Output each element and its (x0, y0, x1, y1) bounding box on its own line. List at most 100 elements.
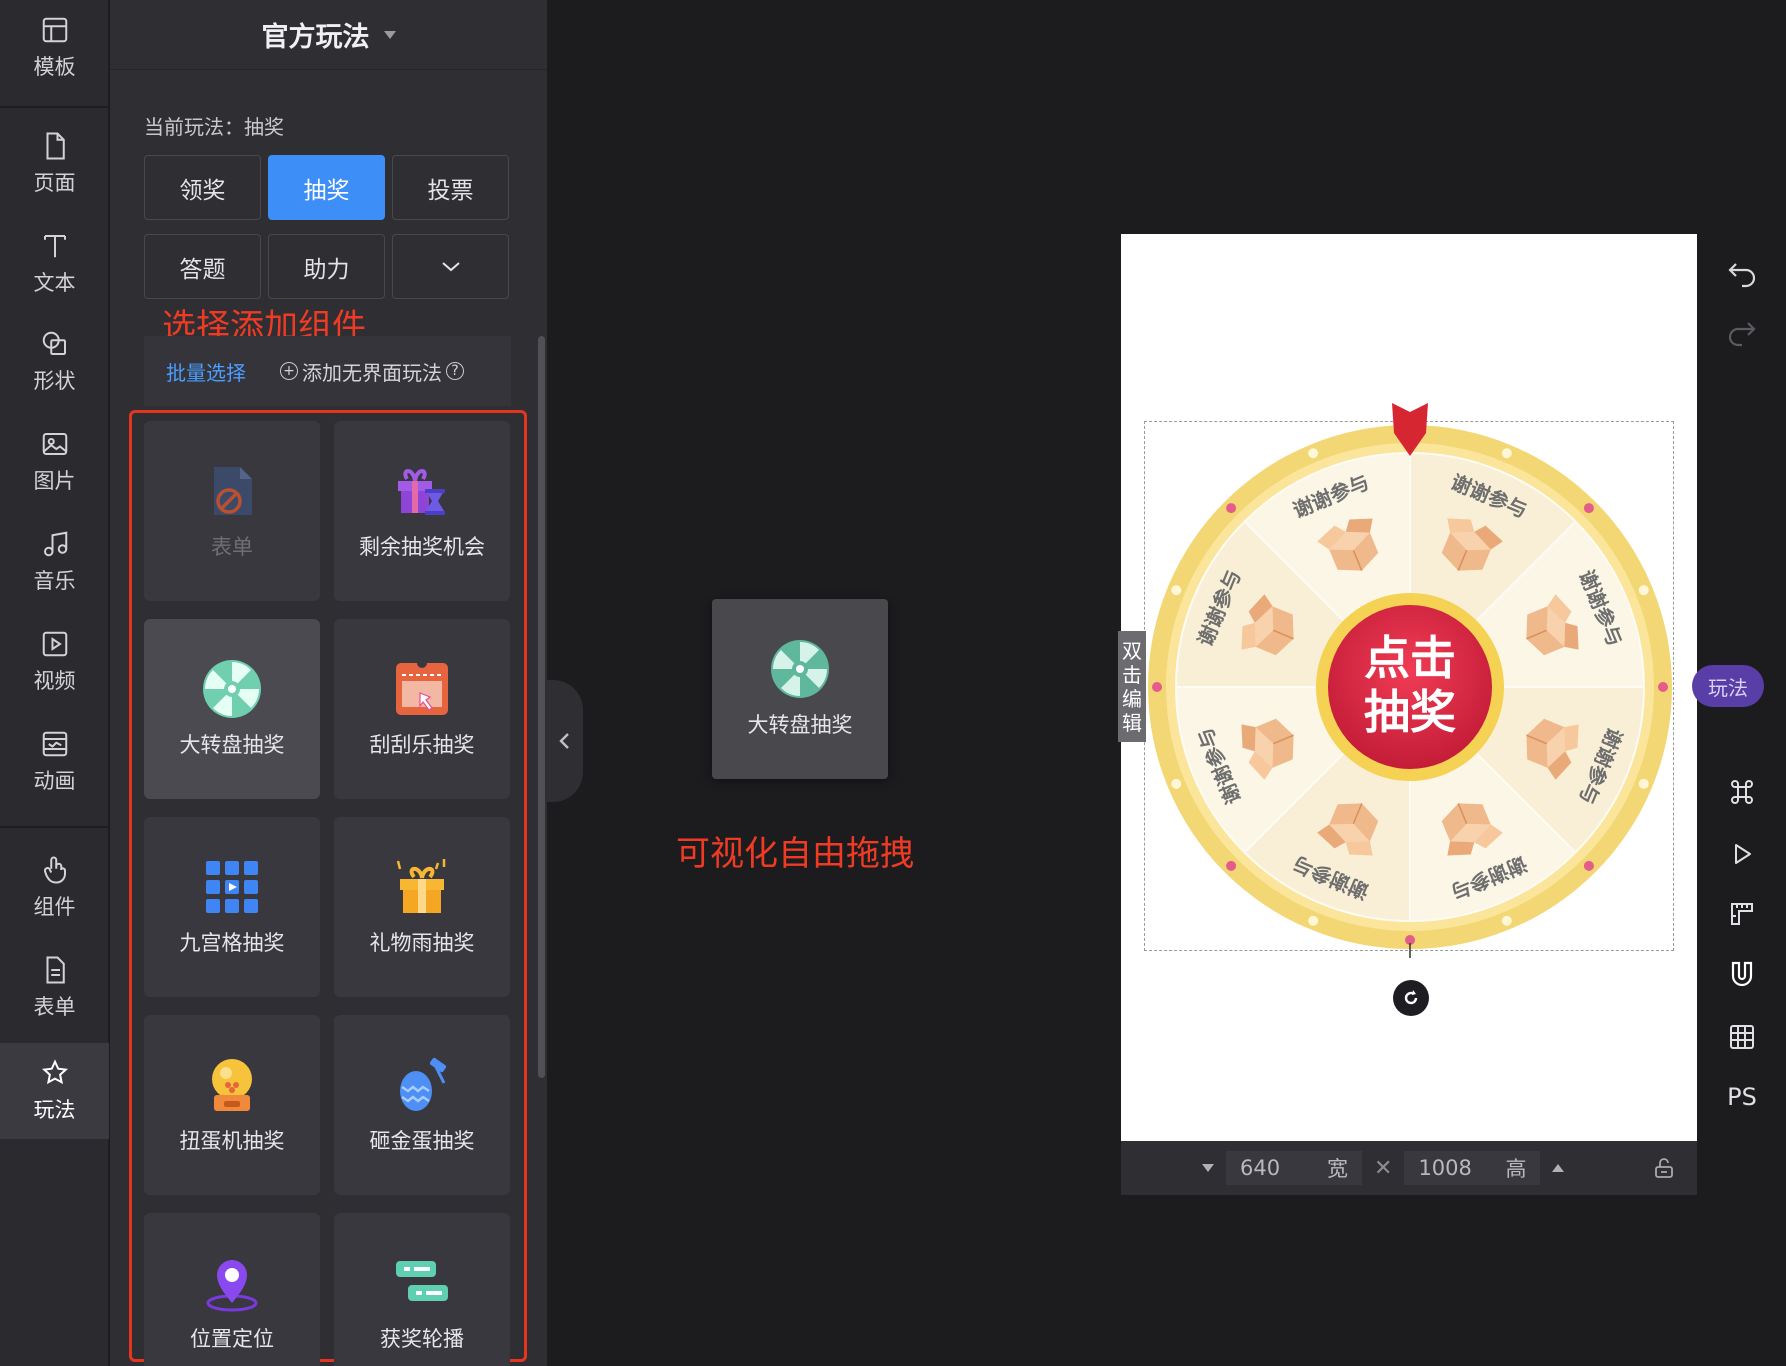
component-card-remaining-chances[interactable]: 剩余抽奖机会 (334, 421, 510, 601)
page-icon (46, 132, 65, 160)
image-icon (42, 433, 67, 455)
lucky-wheel[interactable]: 谢谢参与谢谢参与谢谢参与谢谢参与谢谢参与谢谢参与谢谢参与谢谢参与 点击 抽奖 (1144, 398, 1676, 958)
rotate-icon (1404, 990, 1418, 1005)
component-label: 获奖轮播 (380, 1327, 464, 1351)
chevron-down-icon (383, 30, 396, 39)
plus-circle-icon: + (280, 362, 298, 380)
rail-item-template[interactable]: 模板 (0, 0, 109, 96)
text-icon (43, 235, 66, 258)
ps-button[interactable]: PS (1722, 1077, 1762, 1117)
panel-title: 官方玩法 (261, 22, 370, 53)
chevron-down-icon (441, 261, 460, 271)
size-down-icon[interactable] (1202, 1164, 1214, 1172)
rail-item-shape[interactable]: 形状 (0, 314, 109, 410)
grid-icon (206, 861, 258, 913)
rail-label: 音乐 (33, 569, 76, 593)
rim-dot (1638, 585, 1649, 596)
ruler-button[interactable] (1722, 894, 1762, 934)
magnet-button[interactable] (1722, 955, 1762, 995)
panel-scrollbar[interactable] (538, 336, 545, 1078)
rim-dot (1171, 778, 1182, 789)
edit-tag-char: 击 (1122, 662, 1142, 687)
component-card-gashapon[interactable]: 扭蛋机抽奖 (144, 1015, 320, 1195)
shortcut-button[interactable] (1722, 772, 1762, 812)
undo-button[interactable] (1722, 254, 1762, 294)
mode-button-assist[interactable]: 助力 (268, 234, 385, 299)
rail-item-form[interactable]: 表单 (0, 940, 109, 1036)
rim-dot (1226, 860, 1237, 871)
component-label: 大转盘抽奖 (179, 733, 285, 757)
double-click-edit-tag[interactable]: 双 击 编 辑 (1118, 631, 1146, 742)
rail-item-music[interactable]: 音乐 (0, 514, 109, 610)
component-card-scratch[interactable]: 刮刮乐抽奖 (334, 619, 510, 799)
rail-item-video[interactable]: 视频 (0, 614, 109, 710)
rail-item-text[interactable]: 文本 (0, 216, 109, 312)
width-value: 640 (1240, 1156, 1281, 1180)
component-card-golden-egg[interactable]: 砸金蛋抽奖 (334, 1015, 510, 1195)
component-card-gift-rain[interactable]: 礼物雨抽奖 (334, 817, 510, 997)
rim-dot (1658, 682, 1668, 692)
form-disabled-icon (214, 467, 252, 515)
rail-label: 表单 (33, 995, 76, 1019)
rail-label: 模板 (33, 55, 76, 79)
shape-icon (42, 331, 66, 355)
redo-button[interactable] (1722, 313, 1762, 353)
rail-divider (0, 826, 109, 828)
gameplay-pill[interactable]: 玩法 (1692, 665, 1764, 707)
rim-dot (1152, 682, 1162, 692)
component-label: 礼物雨抽奖 (369, 931, 475, 955)
gift-hourglass-icon (398, 469, 445, 515)
annotation-drag-hint: 可视化自由拖拽 (676, 834, 914, 874)
grid-button[interactable] (1722, 1017, 1762, 1057)
grid-table-icon (1730, 1025, 1754, 1049)
play-icon (1735, 844, 1751, 864)
undo-icon (1728, 263, 1756, 288)
rail-item-component[interactable]: 组件 (0, 840, 109, 936)
location-icon (206, 1260, 258, 1312)
canvas-size-bar: 640 宽 ✕ 1008 高 (1121, 1141, 1697, 1195)
rim-dot (1308, 448, 1319, 459)
component-label: 表单 (211, 535, 253, 559)
edit-tag-char: 双 (1122, 638, 1142, 663)
dragging-component-preview[interactable]: 大转盘抽奖 (712, 599, 888, 779)
animation-icon (42, 731, 67, 757)
height-field[interactable]: 1008 高 (1404, 1151, 1541, 1185)
component-card-nine-grid[interactable]: 九宫格抽奖 (144, 817, 320, 997)
size-up-icon[interactable] (1552, 1164, 1565, 1172)
rail-label: 组件 (33, 895, 76, 919)
preview-button[interactable] (1722, 834, 1762, 874)
rail-label: 文本 (33, 271, 76, 295)
rail-item-animation[interactable]: 动画 (0, 714, 109, 810)
component-card-winner-carousel[interactable]: 获奖轮播 (334, 1213, 510, 1366)
height-value: 1008 (1418, 1156, 1472, 1180)
rail-item-page[interactable]: 页面 (0, 116, 109, 212)
component-card-form[interactable]: 表单 (144, 421, 320, 601)
component-label: 扭蛋机抽奖 (179, 1129, 285, 1153)
component-label: 刮刮乐抽奖 (369, 733, 475, 757)
rim-dot (1171, 585, 1182, 596)
help-icon[interactable]: ? (446, 362, 464, 380)
batch-select-link[interactable]: 批量选择 (166, 357, 246, 386)
unlock-icon[interactable] (1653, 1157, 1675, 1179)
gift-rain-icon (396, 859, 446, 913)
panel-header[interactable]: 官方玩法 (110, 0, 547, 70)
component-card-wheel[interactable]: 大转盘抽奖 (144, 619, 320, 799)
mode-more-button[interactable] (392, 234, 509, 299)
center-button-line2: 抽奖 (1364, 685, 1456, 739)
height-unit: 高 (1505, 1157, 1527, 1181)
center-button-line1: 点击 (1364, 631, 1456, 685)
rail-item-gameplay[interactable]: 玩法 (0, 1043, 109, 1139)
mode-button-vote[interactable]: 投票 (392, 155, 509, 220)
rail-item-image[interactable]: 图片 (0, 414, 109, 510)
wheel-icon (771, 640, 829, 698)
rotate-handle[interactable] (1393, 980, 1429, 1016)
form-icon (46, 956, 65, 984)
component-card-location[interactable]: 位置定位 (144, 1213, 320, 1366)
collapse-panel-button[interactable] (547, 680, 583, 802)
mode-button-claim[interactable]: 领奖 (144, 155, 261, 220)
add-nonui-gameplay[interactable]: + 添加无界面玩法 ? (276, 357, 468, 386)
mode-button-lottery[interactable]: 抽奖 (268, 155, 385, 220)
component-label: 砸金蛋抽奖 (369, 1129, 475, 1153)
mode-button-quiz[interactable]: 答题 (144, 234, 261, 299)
width-field[interactable]: 640 宽 (1226, 1151, 1362, 1185)
